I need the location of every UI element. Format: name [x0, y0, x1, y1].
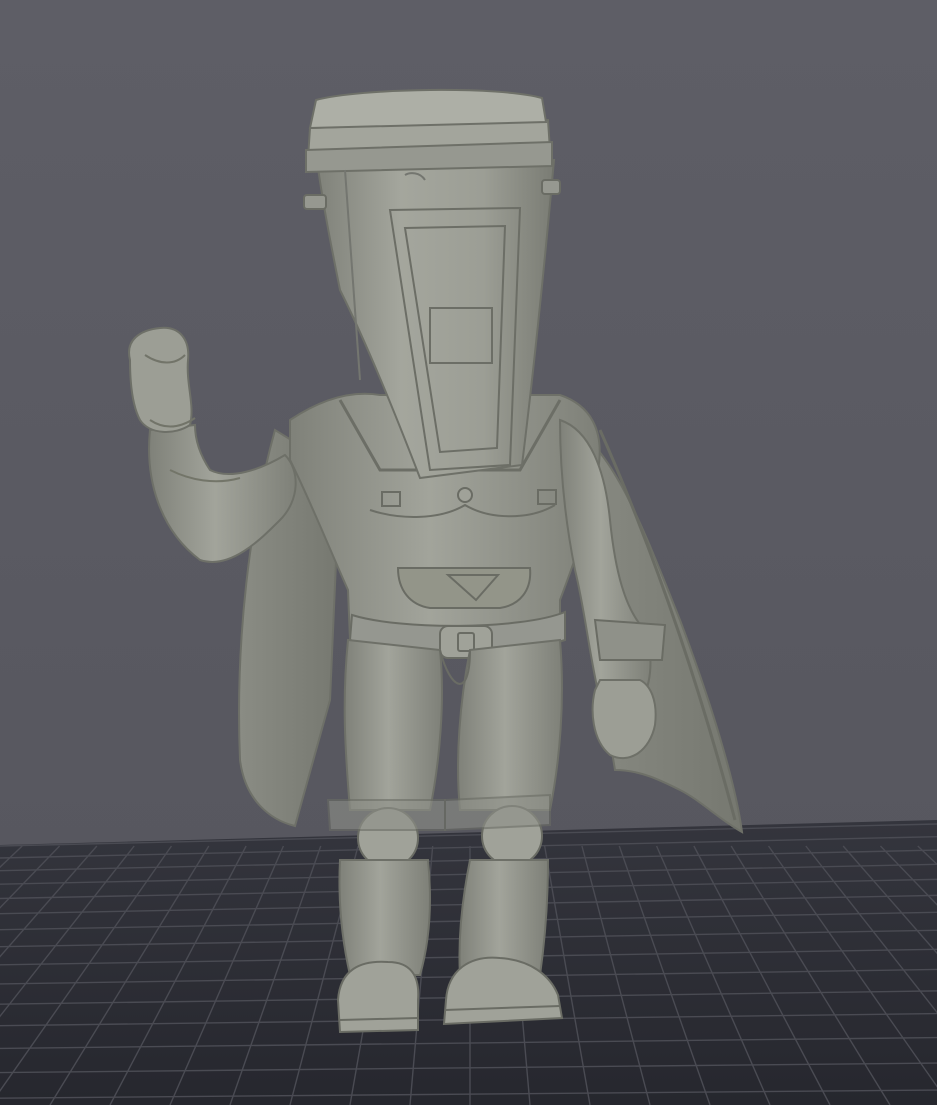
boot-left-icon — [336, 960, 420, 1034]
scene-canvas[interactable] — [0, 0, 937, 1105]
hand-icon — [591, 679, 657, 760]
wrist-cuff — [593, 618, 667, 661]
3d-viewport[interactable] — [0, 0, 937, 1105]
fist-icon — [128, 326, 193, 433]
